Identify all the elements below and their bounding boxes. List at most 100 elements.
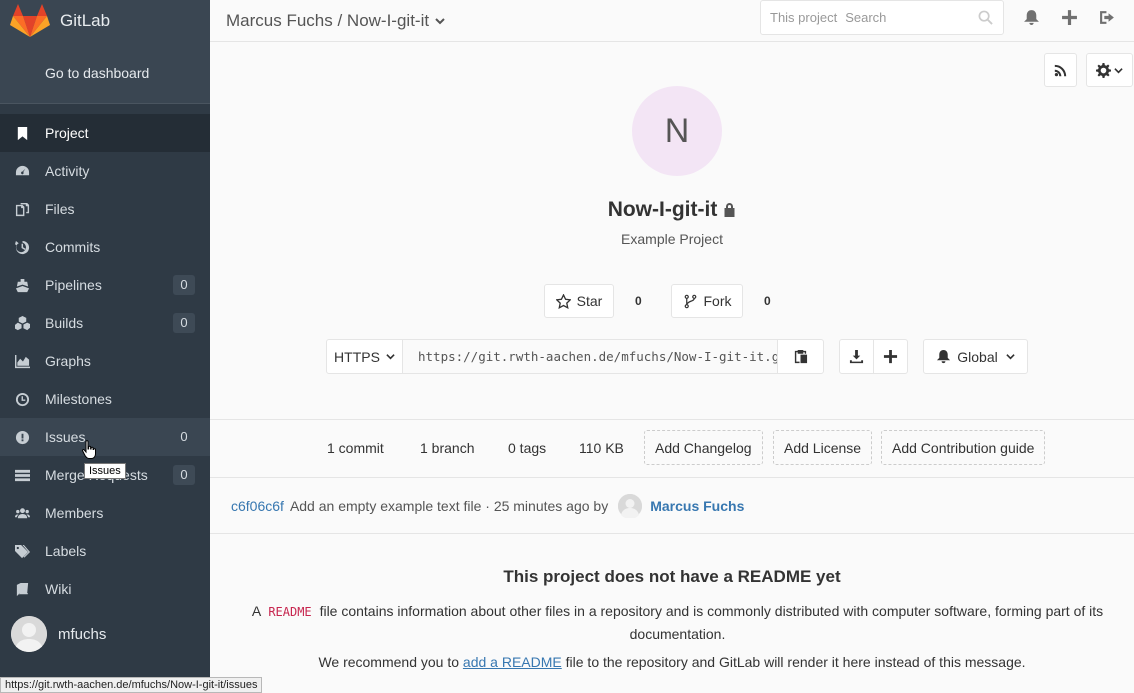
rss-feed-button[interactable] — [1044, 53, 1077, 87]
builds-count-badge: 0 — [173, 313, 195, 333]
notification-level-label: Global — [957, 348, 998, 365]
commit-message: Add an empty example text file · 25 minu… — [289, 497, 609, 514]
search-scope-label: This project — [770, 10, 838, 25]
hand-cursor-icon — [82, 440, 96, 459]
area-chart-icon — [13, 352, 31, 370]
user-avatar — [11, 616, 47, 652]
star-label: Star — [576, 293, 603, 309]
bookmark-icon — [13, 124, 31, 142]
author-avatar[interactable] — [618, 493, 643, 519]
chevron-down-icon — [1114, 67, 1123, 73]
fork-icon — [684, 294, 696, 308]
sidebar-item-label: Activity — [45, 163, 90, 179]
page-title: Marcus Fuchs / Now-I-git-it — [226, 10, 430, 30]
commit-author-link[interactable]: Marcus Fuchs — [650, 498, 744, 514]
chevron-down-icon — [1006, 354, 1015, 360]
sidebar-item-label: Graphs — [45, 353, 91, 369]
sidebar-item-members[interactable]: Members — [0, 494, 210, 532]
readme-text: file to the repository and GitLab will r… — [565, 654, 1026, 670]
search-input[interactable]: This project Search — [760, 0, 1004, 35]
sidebar-item-milestones[interactable]: Milestones — [0, 380, 210, 418]
history-icon — [13, 238, 31, 256]
sidebar-item-commits[interactable]: Commits — [0, 228, 210, 266]
sidebar-item-label: Pipelines — [45, 277, 102, 293]
readme-recommendation: We recommend you to add a README file to… — [210, 654, 1134, 670]
project-name: Now-I-git-it — [210, 198, 1134, 222]
sidebar-item-builds[interactable]: Builds 0 — [0, 304, 210, 342]
issues-tooltip: Issues — [84, 463, 126, 479]
notifications-button[interactable] — [1012, 0, 1050, 35]
pipelines-count-badge: 0 — [173, 275, 195, 295]
branches-count-link[interactable]: 1 branch — [420, 430, 474, 465]
tags-icon — [13, 542, 31, 560]
sidebar-item-wiki[interactable]: Wiki — [0, 570, 210, 608]
bell-icon — [937, 349, 951, 364]
top-header: Marcus Fuchs / Now-I-git-it This project… — [210, 0, 1134, 42]
fork-count[interactable]: 0 — [764, 294, 771, 308]
divider — [210, 419, 1134, 420]
sign-out-icon — [1099, 11, 1114, 24]
new-item-button[interactable] — [1050, 0, 1088, 35]
download-icon — [849, 349, 864, 364]
readme-text: We recommend you to — [318, 654, 460, 670]
sidebar-nav: Project Activity Files Commits Pipelines… — [0, 114, 210, 608]
add-readme-link[interactable]: add a README — [463, 654, 562, 670]
add-file-button[interactable] — [873, 339, 908, 374]
cubes-icon — [13, 314, 31, 332]
readme-text: file contains information about other fi… — [319, 603, 1104, 642]
plus-icon — [883, 349, 898, 364]
add-changelog-button[interactable]: Add Changelog — [644, 430, 763, 465]
star-icon — [555, 293, 571, 309]
sidebar-item-label: Wiki — [45, 581, 72, 597]
commits-count-link[interactable]: 1 commit — [327, 430, 384, 465]
brand-header[interactable]: GitLab — [0, 0, 210, 42]
sidebar: GitLab Go to dashboard Project Activity … — [0, 0, 210, 693]
tags-count-link[interactable]: 0 tags — [508, 430, 546, 465]
clone-url-input[interactable]: https://git.rwth-aachen.de/mfuchs/Now-I-… — [403, 340, 777, 373]
sidebar-item-pipelines[interactable]: Pipelines 0 — [0, 266, 210, 304]
sidebar-item-project[interactable]: Project — [0, 114, 210, 152]
clock-icon — [13, 390, 31, 408]
clone-url-group: HTTPS https://git.rwth-aachen.de/mfuchs/… — [326, 339, 824, 374]
fork-button[interactable]: Fork — [671, 284, 743, 318]
star-count[interactable]: 0 — [635, 294, 642, 308]
browser-status-bar: https://git.rwth-aachen.de/mfuchs/Now-I-… — [0, 677, 263, 693]
gear-icon — [1096, 62, 1111, 78]
search-placeholder: Search — [845, 10, 887, 25]
sidebar-item-files[interactable]: Files — [0, 190, 210, 228]
sidebar-item-label: Builds — [45, 315, 84, 331]
username: mfuchs — [58, 625, 107, 643]
readme-code: README — [268, 605, 312, 619]
add-license-button[interactable]: Add License — [773, 430, 873, 465]
sign-out-button[interactable] — [1088, 0, 1126, 35]
users-icon — [13, 504, 31, 522]
sidebar-user[interactable]: mfuchs — [0, 612, 210, 656]
lock-icon — [724, 203, 735, 217]
readme-empty-description: A README file contains information about… — [240, 600, 1115, 645]
repository-size: 110 KB — [579, 439, 624, 456]
protocol-label: HTTPS — [334, 348, 380, 365]
sidebar-item-graphs[interactable]: Graphs — [0, 342, 210, 380]
rss-icon — [1054, 64, 1067, 76]
chevron-down-icon — [435, 17, 445, 24]
dashboard-icon — [13, 162, 31, 180]
project-title-dropdown[interactable]: Marcus Fuchs / Now-I-git-it — [210, 11, 445, 31]
sidebar-item-activity[interactable]: Activity — [0, 152, 210, 190]
merge-requests-count-badge: 0 — [173, 465, 195, 485]
go-to-dashboard-link[interactable]: Go to dashboard — [0, 42, 210, 104]
protocol-dropdown[interactable]: HTTPS — [327, 340, 403, 373]
commit-sha-link[interactable]: c6f06c6f — [231, 498, 284, 514]
project-settings-dropdown[interactable] — [1086, 53, 1133, 87]
search-icon — [978, 10, 993, 25]
star-button[interactable]: Star — [544, 284, 614, 318]
sidebar-item-label: Commits — [45, 239, 101, 255]
bell-icon — [1023, 10, 1039, 25]
notification-level-dropdown[interactable]: Global — [923, 339, 1028, 374]
ship-icon — [13, 276, 31, 294]
clipboard-icon — [794, 349, 808, 364]
add-contribution-guide-button[interactable]: Add Contribution guide — [881, 430, 1046, 465]
copy-url-button[interactable] — [777, 340, 823, 373]
download-button[interactable] — [839, 339, 874, 374]
project-stats: 1 commit 1 branch 0 tags 110 KB Add Chan… — [0, 430, 1134, 465]
sidebar-item-labels[interactable]: Labels — [0, 532, 210, 570]
